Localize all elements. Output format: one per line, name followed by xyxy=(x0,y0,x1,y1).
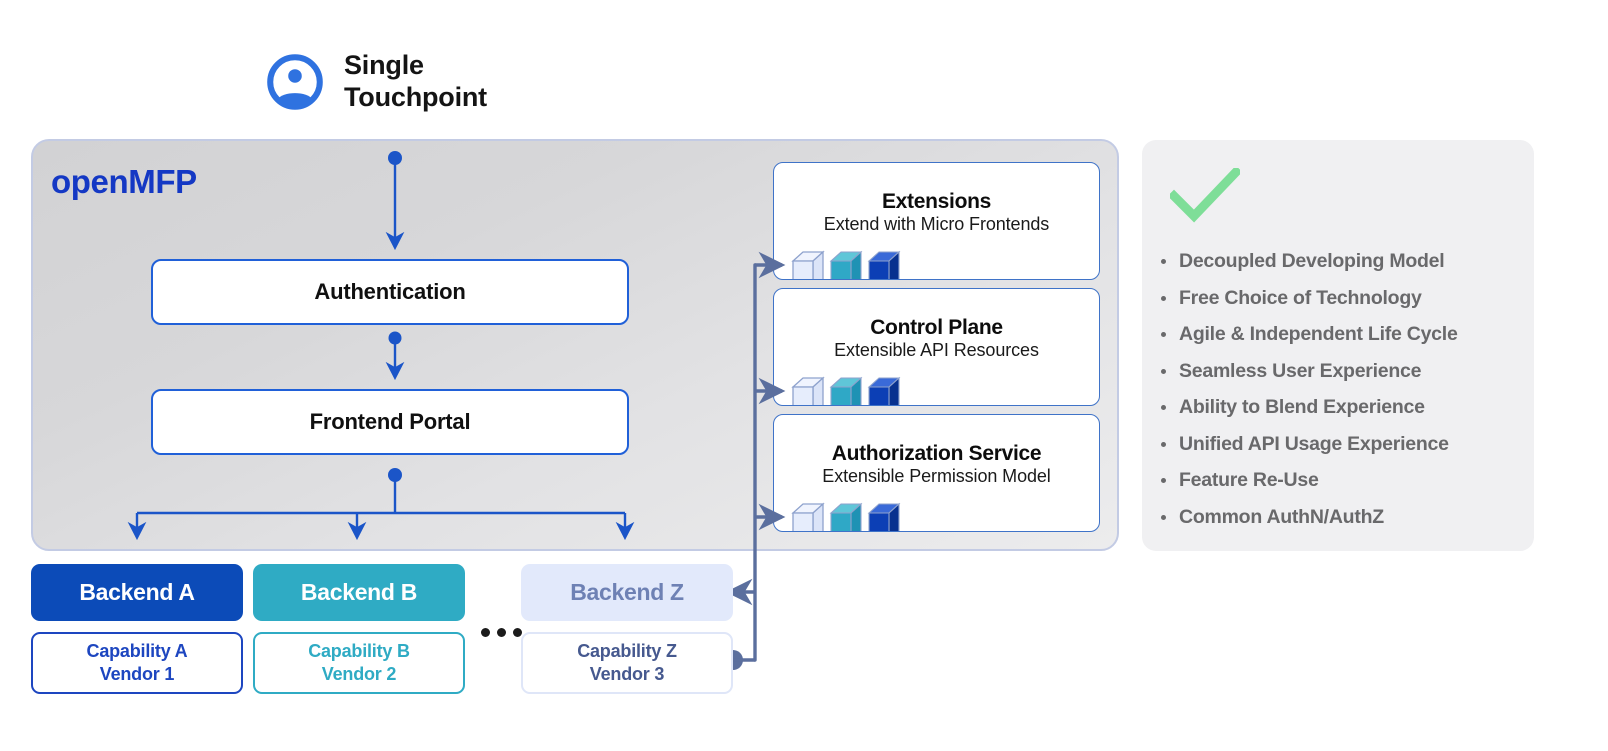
cube-light-icon xyxy=(791,376,825,405)
authentication-label: Authentication xyxy=(314,279,466,304)
ellipsis-dot xyxy=(513,628,522,637)
capability-a-box[interactable]: Capability A Vendor 1 xyxy=(31,632,243,694)
backend-b-box[interactable]: Backend B xyxy=(253,564,465,621)
frontend-portal-box[interactable]: Frontend Portal xyxy=(151,389,629,455)
list-item: Common AuthN/AuthZ xyxy=(1158,499,1458,536)
list-item: Unified API Usage Experience xyxy=(1158,426,1458,463)
backend-z-box[interactable]: Backend Z xyxy=(521,564,733,621)
user-circle-icon xyxy=(267,54,323,110)
backend-a-box[interactable]: Backend A xyxy=(31,564,243,621)
extensions-title: Extensions xyxy=(881,190,992,213)
capability-b-label: Capability B Vendor 2 xyxy=(308,640,410,684)
ellipsis-dot xyxy=(481,628,490,637)
cube-dark-icon xyxy=(867,502,901,531)
cube-dark-icon xyxy=(867,376,901,405)
cube-teal-icon xyxy=(829,250,863,279)
green-check-icon xyxy=(1170,168,1240,223)
cube-light-icon xyxy=(791,502,825,531)
cube-group xyxy=(790,500,902,531)
frontend-portal-label: Frontend Portal xyxy=(309,409,471,434)
cube-teal-icon xyxy=(829,502,863,531)
capability-a-label: Capability A Vendor 1 xyxy=(86,640,188,684)
single-touchpoint: Single Touchpoint xyxy=(266,50,487,114)
extensions-subtitle: Extend with Micro Frontends xyxy=(823,214,1050,235)
list-item: Feature Re-Use xyxy=(1158,462,1458,499)
backend-b-label: Backend B xyxy=(300,579,418,605)
list-item: Free Choice of Technology xyxy=(1158,280,1458,317)
capability-z-label: Capability Z Vendor 3 xyxy=(577,640,677,684)
cube-light-icon xyxy=(791,250,825,279)
more-backends-ellipsis xyxy=(481,628,522,637)
backend-z-label: Backend Z xyxy=(570,579,684,605)
authorization-service-subtitle: Extensible Permission Model xyxy=(822,466,1051,487)
diagram-canvas: Single Touchpoint openMFP Authentication xyxy=(0,0,1608,751)
single-touchpoint-label: Single Touchpoint xyxy=(344,50,487,112)
authorization-service-title: Authorization Service xyxy=(831,442,1042,465)
list-item: Agile & Independent Life Cycle xyxy=(1158,316,1458,353)
openmfp-title: openMFP xyxy=(51,163,197,200)
list-item: Ability to Blend Experience xyxy=(1158,389,1458,426)
authentication-box[interactable]: Authentication xyxy=(151,259,629,325)
extensions-card[interactable]: Extensions Extend with Micro Frontends xyxy=(773,162,1100,280)
benefits-list: Decoupled Developing Model Free Choice o… xyxy=(1158,243,1458,535)
cube-dark-icon xyxy=(867,250,901,279)
capability-b-box[interactable]: Capability B Vendor 2 xyxy=(253,632,465,694)
ellipsis-dot xyxy=(497,628,506,637)
cube-teal-icon xyxy=(829,376,863,405)
capability-z-box[interactable]: Capability Z Vendor 3 xyxy=(521,632,733,694)
control-plane-card[interactable]: Control Plane Extensible API Resources xyxy=(773,288,1100,406)
cube-group xyxy=(790,248,902,279)
backend-a-label: Backend A xyxy=(79,579,195,605)
control-plane-title: Control Plane xyxy=(870,316,1003,339)
authorization-service-card[interactable]: Authorization Service Extensible Permiss… xyxy=(773,414,1100,532)
cube-group xyxy=(790,374,902,405)
control-plane-subtitle: Extensible API Resources xyxy=(834,340,1039,361)
list-item: Seamless User Experience xyxy=(1158,353,1458,390)
list-item: Decoupled Developing Model xyxy=(1158,243,1458,280)
